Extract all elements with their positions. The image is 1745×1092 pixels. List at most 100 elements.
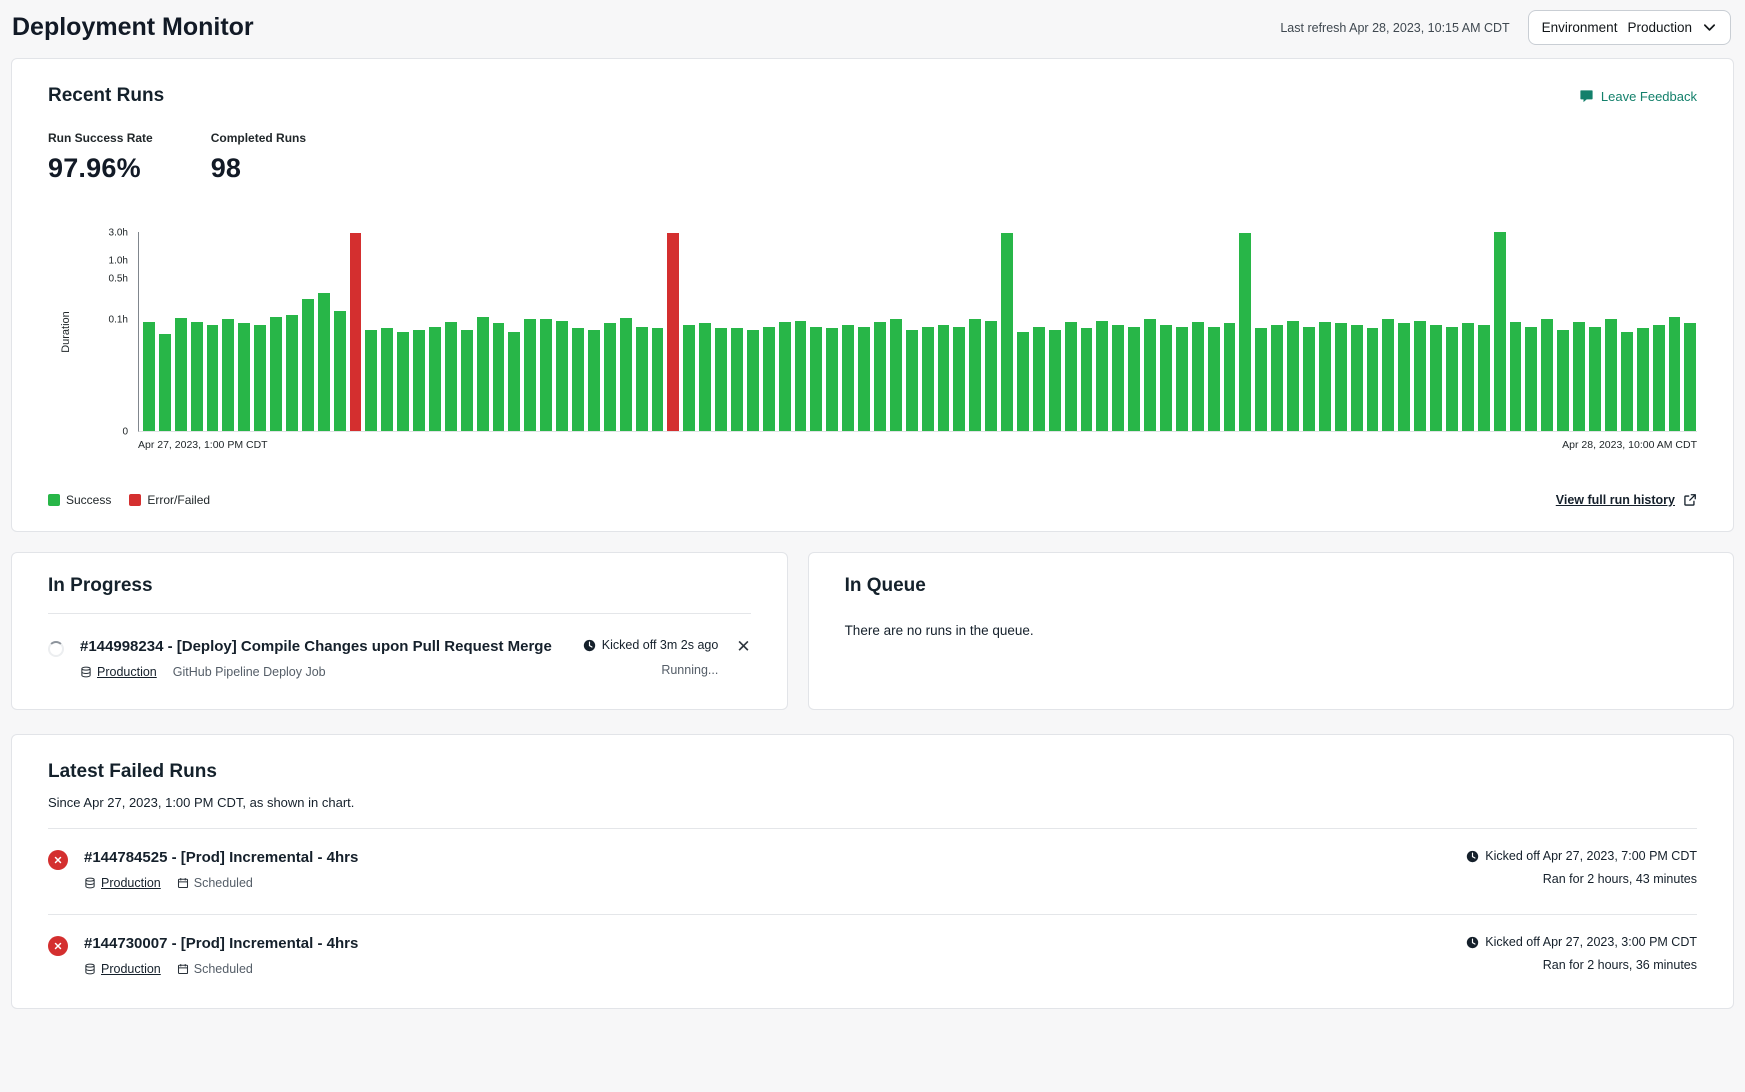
bar-success[interactable]: [143, 322, 155, 431]
bar-success[interactable]: [1033, 327, 1045, 431]
bar-success[interactable]: [1081, 328, 1093, 431]
bar-success[interactable]: [318, 293, 330, 431]
bar-success[interactable]: [636, 327, 648, 431]
bar-success[interactable]: [1128, 327, 1140, 431]
bar-success[interactable]: [1684, 323, 1696, 431]
bar-success[interactable]: [938, 325, 950, 431]
environment-select[interactable]: Environment Production: [1528, 10, 1731, 45]
bar-success[interactable]: [1398, 323, 1410, 431]
bar-success[interactable]: [1160, 325, 1172, 431]
bar-success[interactable]: [779, 322, 791, 431]
bar-success[interactable]: [1462, 323, 1474, 431]
bar-success[interactable]: [238, 323, 250, 431]
bar-success[interactable]: [556, 321, 568, 431]
bar-success[interactable]: [270, 317, 282, 431]
bar-success[interactable]: [683, 325, 695, 431]
bar-success[interactable]: [1430, 325, 1442, 431]
bar-success[interactable]: [620, 318, 632, 431]
bar-success[interactable]: [1446, 327, 1458, 431]
bar-success[interactable]: [858, 327, 870, 431]
bar-success[interactable]: [1589, 327, 1601, 431]
bar-success[interactable]: [985, 321, 997, 431]
bar-success[interactable]: [397, 332, 409, 431]
bar-success[interactable]: [763, 327, 775, 431]
bar-success[interactable]: [540, 319, 552, 431]
bar-success[interactable]: [1478, 325, 1490, 431]
bar-success[interactable]: [381, 328, 393, 431]
bar-success[interactable]: [1271, 325, 1283, 431]
bar-success[interactable]: [1096, 321, 1108, 431]
bar-success[interactable]: [588, 330, 600, 431]
bar-success[interactable]: [922, 327, 934, 431]
bar-success[interactable]: [1303, 327, 1315, 431]
bar-success[interactable]: [906, 330, 918, 431]
bar-success[interactable]: [477, 317, 489, 431]
environment-link[interactable]: Production: [101, 876, 161, 890]
bar-success[interactable]: [1239, 233, 1251, 431]
bar-success[interactable]: [1065, 322, 1077, 431]
bar-success[interactable]: [715, 328, 727, 431]
bar-success[interactable]: [1382, 319, 1394, 431]
bar-success[interactable]: [1176, 327, 1188, 431]
bar-success[interactable]: [461, 330, 473, 431]
bar-failed[interactable]: [667, 233, 679, 431]
bar-success[interactable]: [652, 328, 664, 431]
bar-success[interactable]: [1621, 332, 1633, 431]
bar-success[interactable]: [810, 327, 822, 431]
leave-feedback-link[interactable]: Leave Feedback: [1579, 89, 1697, 104]
bar-success[interactable]: [365, 330, 377, 431]
bar-success[interactable]: [1335, 323, 1347, 431]
bar-success[interactable]: [1112, 325, 1124, 431]
bar-success[interactable]: [731, 328, 743, 431]
bar-success[interactable]: [1319, 322, 1331, 431]
bar-success[interactable]: [175, 318, 187, 431]
bar-success[interactable]: [1255, 328, 1267, 431]
bar-success[interactable]: [1605, 319, 1617, 431]
bar-success[interactable]: [1494, 232, 1506, 431]
bar-success[interactable]: [286, 315, 298, 431]
bar-success[interactable]: [1208, 327, 1220, 431]
bar-success[interactable]: [1287, 321, 1299, 431]
bar-success[interactable]: [1525, 327, 1537, 431]
environment-link[interactable]: Production: [97, 665, 157, 679]
bar-success[interactable]: [1510, 322, 1522, 431]
bar-success[interactable]: [747, 330, 759, 431]
bar-success[interactable]: [1351, 325, 1363, 431]
bar-success[interactable]: [1367, 328, 1379, 431]
bar-success[interactable]: [953, 327, 965, 431]
bar-success[interactable]: [524, 319, 536, 431]
bar-success[interactable]: [159, 334, 171, 431]
bar-success[interactable]: [445, 322, 457, 431]
bar-success[interactable]: [222, 319, 234, 431]
bar-success[interactable]: [302, 299, 314, 431]
bar-success[interactable]: [1653, 325, 1665, 431]
bar-failed[interactable]: [350, 233, 362, 431]
bar-success[interactable]: [191, 322, 203, 431]
bar-success[interactable]: [207, 325, 219, 431]
bar-success[interactable]: [413, 330, 425, 431]
bar-success[interactable]: [1192, 322, 1204, 431]
bar-success[interactable]: [1144, 319, 1156, 431]
bar-success[interactable]: [493, 323, 505, 431]
bar-success[interactable]: [1573, 322, 1585, 431]
bar-success[interactable]: [429, 327, 441, 431]
bar-success[interactable]: [1224, 323, 1236, 431]
bar-success[interactable]: [842, 325, 854, 431]
close-icon[interactable]: ✕: [736, 638, 750, 655]
bar-success[interactable]: [826, 328, 838, 431]
bar-success[interactable]: [1557, 330, 1569, 431]
bar-success[interactable]: [508, 332, 520, 431]
bar-success[interactable]: [1001, 233, 1013, 431]
bar-success[interactable]: [890, 319, 902, 431]
bar-success[interactable]: [334, 311, 346, 431]
bar-success[interactable]: [699, 323, 711, 431]
bar-success[interactable]: [1017, 332, 1029, 431]
bar-success[interactable]: [795, 321, 807, 431]
bar-success[interactable]: [874, 322, 886, 431]
bar-success[interactable]: [1637, 328, 1649, 431]
bar-success[interactable]: [1669, 317, 1681, 431]
bar-success[interactable]: [254, 325, 266, 431]
view-full-run-history-link[interactable]: View full run history: [1556, 493, 1697, 507]
bar-success[interactable]: [1049, 330, 1061, 431]
bar-success[interactable]: [1541, 319, 1553, 431]
